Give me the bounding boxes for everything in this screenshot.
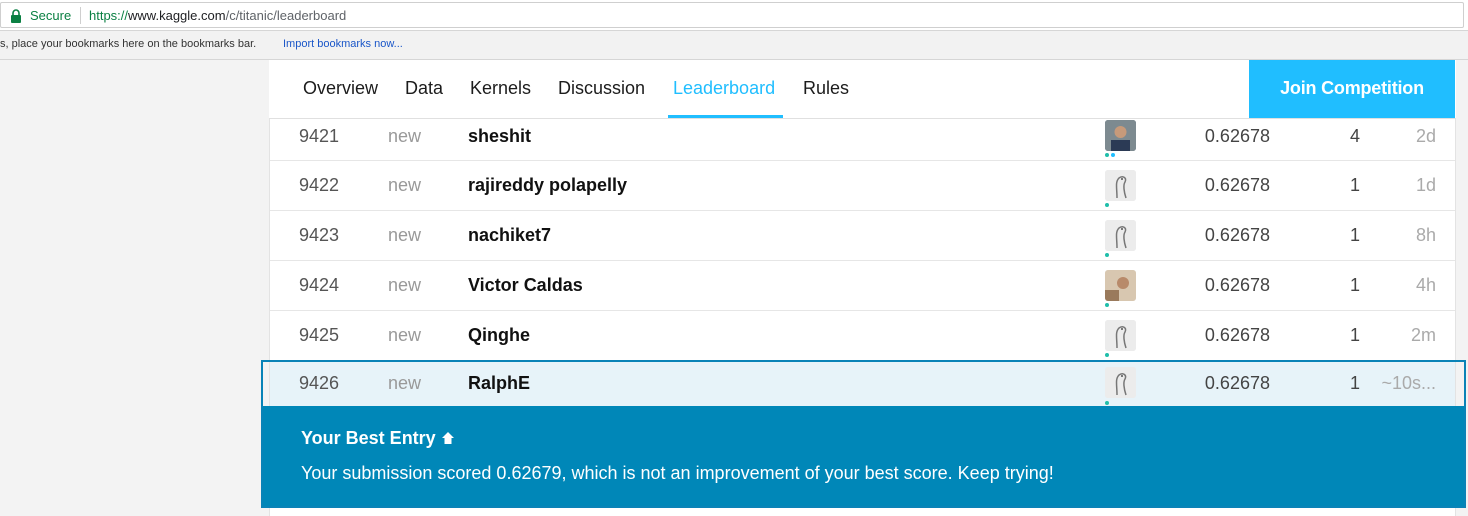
entries-cell: 1 xyxy=(1349,373,1360,393)
best-entry-banner: Your Best Entry Your submission scored 0… xyxy=(263,406,1464,506)
bookmarks-bar: s, place your bookmarks here on the book… xyxy=(0,31,1468,60)
change-badge: new xyxy=(388,126,422,146)
table-row[interactable]: 9424 new Victor Caldas 0.62678 1 4h xyxy=(270,261,1455,311)
photo-person-icon[interactable] xyxy=(1105,270,1136,301)
tab-kernels[interactable]: Kernels xyxy=(470,60,531,118)
team-name[interactable]: Victor Caldas xyxy=(468,261,583,310)
team-name[interactable]: sheshit xyxy=(468,119,531,154)
tier-dot xyxy=(1105,303,1109,307)
table-row-current-user[interactable]: 9426 new RalphE 0.62678 1 ~10s... xyxy=(270,361,1455,406)
last-submission-cell: ~10s... xyxy=(1381,373,1436,393)
default-ostrich-avatar-icon[interactable] xyxy=(1105,367,1136,398)
last-submission-cell: 8h xyxy=(1415,225,1436,245)
tier-dot xyxy=(1105,203,1109,207)
last-submission-cell: 1d xyxy=(1415,175,1436,195)
join-competition-button[interactable]: Join Competition xyxy=(1249,60,1455,118)
tier-dot xyxy=(1105,253,1109,257)
score-cell: 0.62678 xyxy=(1204,225,1270,245)
lock-icon xyxy=(11,9,21,23)
team-name[interactable]: RalphE xyxy=(468,361,530,406)
table-row[interactable]: 9421 new sheshit 0.62678 4 2d xyxy=(270,119,1455,161)
url-text[interactable]: https://www.kaggle.com/c/titanic/leaderb… xyxy=(89,8,346,23)
photo-person-icon[interactable] xyxy=(1105,120,1136,151)
change-badge: new xyxy=(388,225,422,245)
table-row[interactable]: 9423 new nachiket7 0.62678 1 8h xyxy=(270,211,1455,261)
rank-cell: 9421 xyxy=(299,126,340,146)
last-submission-cell: 2m xyxy=(1410,325,1436,345)
change-badge: new xyxy=(388,373,422,393)
entries-cell: 1 xyxy=(1349,325,1360,345)
team-name[interactable]: Qinghe xyxy=(468,311,530,360)
rank-cell: 9423 xyxy=(299,225,340,245)
address-bar: Secure https://www.kaggle.com/c/titanic/… xyxy=(0,0,1468,31)
best-entry-message: Your submission scored 0.62679, which is… xyxy=(301,463,1054,483)
tab-data[interactable]: Data xyxy=(405,60,443,118)
last-submission-cell: 4h xyxy=(1415,275,1436,295)
table-row[interactable]: 9425 new Qinghe 0.62678 1 2m xyxy=(270,311,1455,361)
rank-cell: 9422 xyxy=(299,175,340,195)
score-cell: 0.62678 xyxy=(1204,126,1270,146)
default-ostrich-avatar-icon[interactable] xyxy=(1105,170,1136,201)
best-entry-title: Your Best Entry xyxy=(301,428,456,449)
score-cell: 0.62678 xyxy=(1204,325,1270,345)
entries-cell: 1 xyxy=(1349,225,1360,245)
change-badge: new xyxy=(388,325,422,345)
best-entry-title-text: Your Best Entry xyxy=(301,428,436,448)
tier-dot xyxy=(1105,153,1109,157)
score-cell: 0.62678 xyxy=(1204,175,1270,195)
tab-discussion[interactable]: Discussion xyxy=(558,60,645,118)
rank-cell: 9424 xyxy=(299,275,340,295)
team-name[interactable]: rajireddy polapelly xyxy=(468,161,627,210)
url-path: /c/titanic/leaderboard xyxy=(225,8,347,23)
url-host: www.kaggle.com xyxy=(128,8,226,23)
entries-cell: 1 xyxy=(1349,175,1360,195)
url-scheme: https:// xyxy=(89,8,129,23)
import-bookmarks-link[interactable]: Import bookmarks now... xyxy=(283,38,403,50)
rank-cell: 9425 xyxy=(299,325,340,345)
team-name[interactable]: nachiket7 xyxy=(468,211,551,260)
tier-dot xyxy=(1111,153,1115,157)
tier-dot xyxy=(1105,353,1109,357)
default-ostrich-avatar-icon[interactable] xyxy=(1105,320,1136,351)
last-submission-cell: 2d xyxy=(1415,126,1436,146)
change-badge: new xyxy=(388,175,422,195)
tab-leaderboard[interactable]: Leaderboard xyxy=(668,60,783,118)
secure-label: Secure xyxy=(30,8,72,23)
score-cell: 0.62678 xyxy=(1204,275,1270,295)
table-row[interactable]: 9422 new rajireddy polapelly 0.62678 1 1… xyxy=(270,161,1455,211)
tier-dot xyxy=(1105,401,1109,405)
url-divider xyxy=(80,7,81,24)
entries-cell: 4 xyxy=(1349,126,1360,146)
default-ostrich-avatar-icon[interactable] xyxy=(1105,220,1136,251)
bookmarks-hint: s, place your bookmarks here on the book… xyxy=(0,38,257,50)
omnibox[interactable]: Secure https://www.kaggle.com/c/titanic/… xyxy=(0,2,1464,28)
rank-cell: 9426 xyxy=(299,373,340,393)
arrow-up-icon xyxy=(441,432,454,444)
score-cell: 0.62678 xyxy=(1204,373,1270,393)
tab-rules[interactable]: Rules xyxy=(803,60,849,118)
entries-cell: 1 xyxy=(1349,275,1360,295)
tab-overview[interactable]: Overview xyxy=(303,60,378,118)
change-badge: new xyxy=(388,275,422,295)
